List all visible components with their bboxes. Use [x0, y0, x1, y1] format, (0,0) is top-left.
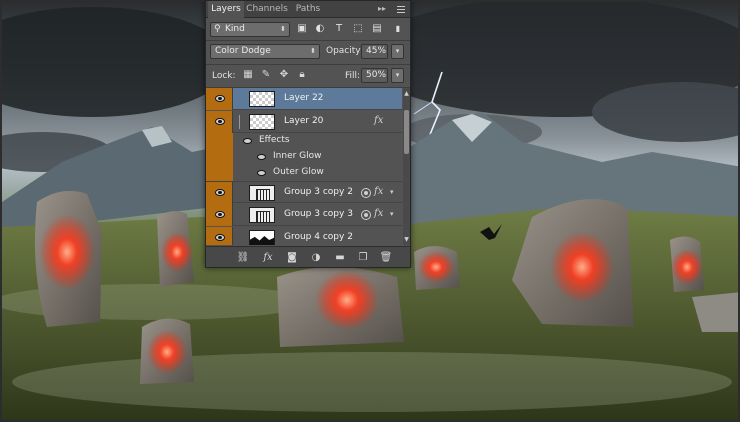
effects-label: Effects: [259, 135, 290, 145]
scroll-down-icon[interactable]: ▼: [403, 236, 410, 243]
effect-row-outer-glow[interactable]: Outer Glow: [233, 165, 402, 181]
effects-header-row[interactable]: Effects: [233, 133, 402, 149]
opacity-input[interactable]: 45%: [361, 44, 388, 59]
effect-label: Outer Glow: [273, 167, 324, 177]
eye-icon: [215, 189, 225, 196]
tab-channels[interactable]: Channels: [246, 1, 288, 18]
layer-thumbnail: [249, 230, 275, 245]
visibility-toggle[interactable]: [206, 227, 233, 245]
group-thumbnail: [249, 185, 275, 201]
visibility-toggle[interactable]: [206, 204, 233, 226]
eye-icon: [215, 234, 225, 241]
lock-label: Lock:: [212, 71, 236, 81]
layer-thumbnail: [249, 91, 275, 107]
divider: [206, 64, 410, 65]
layer-row-group-4-copy-2[interactable]: Group 4 copy 2: [206, 227, 402, 245]
smart-filter-icon: [361, 210, 371, 220]
delete-layer-icon[interactable]: 🗑︎: [379, 251, 393, 264]
visibility-toggle[interactable]: [206, 111, 233, 133]
smart-object-filter-icon[interactable]: ▤: [370, 22, 384, 36]
layer-list: Layer 22 Layer 20 fx Effects Inner Glow …: [206, 88, 402, 245]
add-style-icon[interactable]: fx: [261, 251, 275, 264]
new-group-icon[interactable]: ▬: [333, 251, 347, 264]
effects-visibility-column: [206, 133, 233, 183]
layer-name: Layer 20: [284, 116, 324, 126]
search-icon: ⚲: [214, 24, 221, 34]
expand-arrow-icon[interactable]: ▾: [390, 188, 394, 196]
divider: [206, 40, 410, 41]
fill-label: Fill:: [345, 71, 361, 81]
add-mask-icon[interactable]: ◙: [285, 251, 299, 264]
collapse-panel-icon[interactable]: ▸▸: [378, 4, 386, 13]
layer-name: Layer 22: [284, 93, 324, 103]
layer-row-group-3-copy-3[interactable]: Group 3 copy 3 fx ▾: [206, 204, 402, 226]
clipping-indicator: [239, 115, 245, 129]
tab-paths[interactable]: Paths: [292, 1, 324, 18]
panel-menu-icon[interactable]: [395, 4, 407, 15]
eye-icon[interactable]: [257, 154, 266, 160]
opacity-dropdown-icon[interactable]: ▾: [391, 44, 404, 59]
visibility-toggle[interactable]: [206, 182, 233, 204]
lock-all-icon[interactable]: 🔒︎: [296, 69, 308, 81]
lock-image-icon[interactable]: ✎: [260, 69, 272, 81]
blend-mode-select[interactable]: Color Dodge ⬍: [210, 44, 320, 59]
layer-name: Group 4 copy 2: [284, 232, 353, 242]
eye-icon: [215, 118, 225, 125]
chevron-updown-icon: ⬍: [280, 25, 286, 33]
effect-row-inner-glow[interactable]: Inner Glow: [233, 149, 402, 165]
fill-dropdown-icon[interactable]: ▾: [391, 68, 404, 83]
layer-name: Group 3 copy 2: [284, 187, 353, 197]
eye-icon: [215, 95, 225, 102]
layer-row-layer-22[interactable]: Layer 22: [206, 88, 402, 110]
layer-row-group-3-copy-2[interactable]: Group 3 copy 2 fx ▾: [206, 181, 402, 204]
blend-mode-value: Color Dodge: [215, 46, 271, 56]
fx-icon[interactable]: fx: [374, 186, 383, 197]
eye-icon: [215, 211, 225, 218]
fill-input[interactable]: 50%: [361, 68, 388, 83]
type-filter-icon[interactable]: T: [332, 22, 346, 36]
eye-icon[interactable]: [257, 170, 266, 176]
adjustment-layer-icon[interactable]: ◑: [309, 251, 323, 264]
fx-icon[interactable]: fx: [374, 208, 383, 219]
lock-position-icon[interactable]: ✥: [278, 69, 290, 81]
layer-name: Group 3 copy 3: [284, 209, 353, 219]
link-layers-icon[interactable]: ⛓: [236, 251, 250, 264]
scroll-thumb[interactable]: [404, 110, 409, 154]
fx-icon[interactable]: fx: [374, 115, 383, 126]
panel-tab-bar: Layers Channels Paths ▸▸: [206, 1, 410, 19]
smart-filter-icon: [361, 188, 371, 198]
tab-layers[interactable]: Layers: [208, 1, 244, 19]
image-filter-icon[interactable]: ▣: [295, 22, 309, 36]
group-thumbnail: [249, 207, 275, 223]
scroll-up-icon[interactable]: ▲: [403, 90, 410, 97]
layers-footer-toolbar: ⛓ fx ◙ ◑ ▬ ❐ 🗑︎: [206, 246, 410, 267]
visibility-toggle[interactable]: [206, 88, 233, 110]
filter-toggle-icon[interactable]: ▮: [391, 22, 405, 36]
opacity-label: Opacity:: [326, 46, 363, 56]
layer-list-scrollbar[interactable]: ▲ ▼: [403, 88, 410, 245]
layers-panel: Layers Channels Paths ▸▸ ⚲ Kind ⬍ ▣ ◐ T …: [205, 0, 411, 268]
filter-kind-select[interactable]: ⚲ Kind ⬍: [210, 22, 290, 37]
shape-filter-icon[interactable]: ⬚: [351, 22, 365, 36]
filter-kind-value: Kind: [225, 24, 245, 34]
effect-label: Inner Glow: [273, 151, 322, 161]
layer-thumbnail: [249, 114, 275, 130]
expand-arrow-icon[interactable]: ▾: [390, 210, 394, 218]
new-layer-icon[interactable]: ❐: [356, 251, 370, 264]
adjustment-filter-icon[interactable]: ◐: [313, 22, 327, 36]
eye-icon[interactable]: [243, 138, 252, 144]
chevron-updown-icon: ⬍: [310, 47, 316, 55]
layer-row-layer-20[interactable]: Layer 20 fx: [206, 111, 402, 133]
lock-transparency-icon[interactable]: ▦: [242, 69, 254, 81]
